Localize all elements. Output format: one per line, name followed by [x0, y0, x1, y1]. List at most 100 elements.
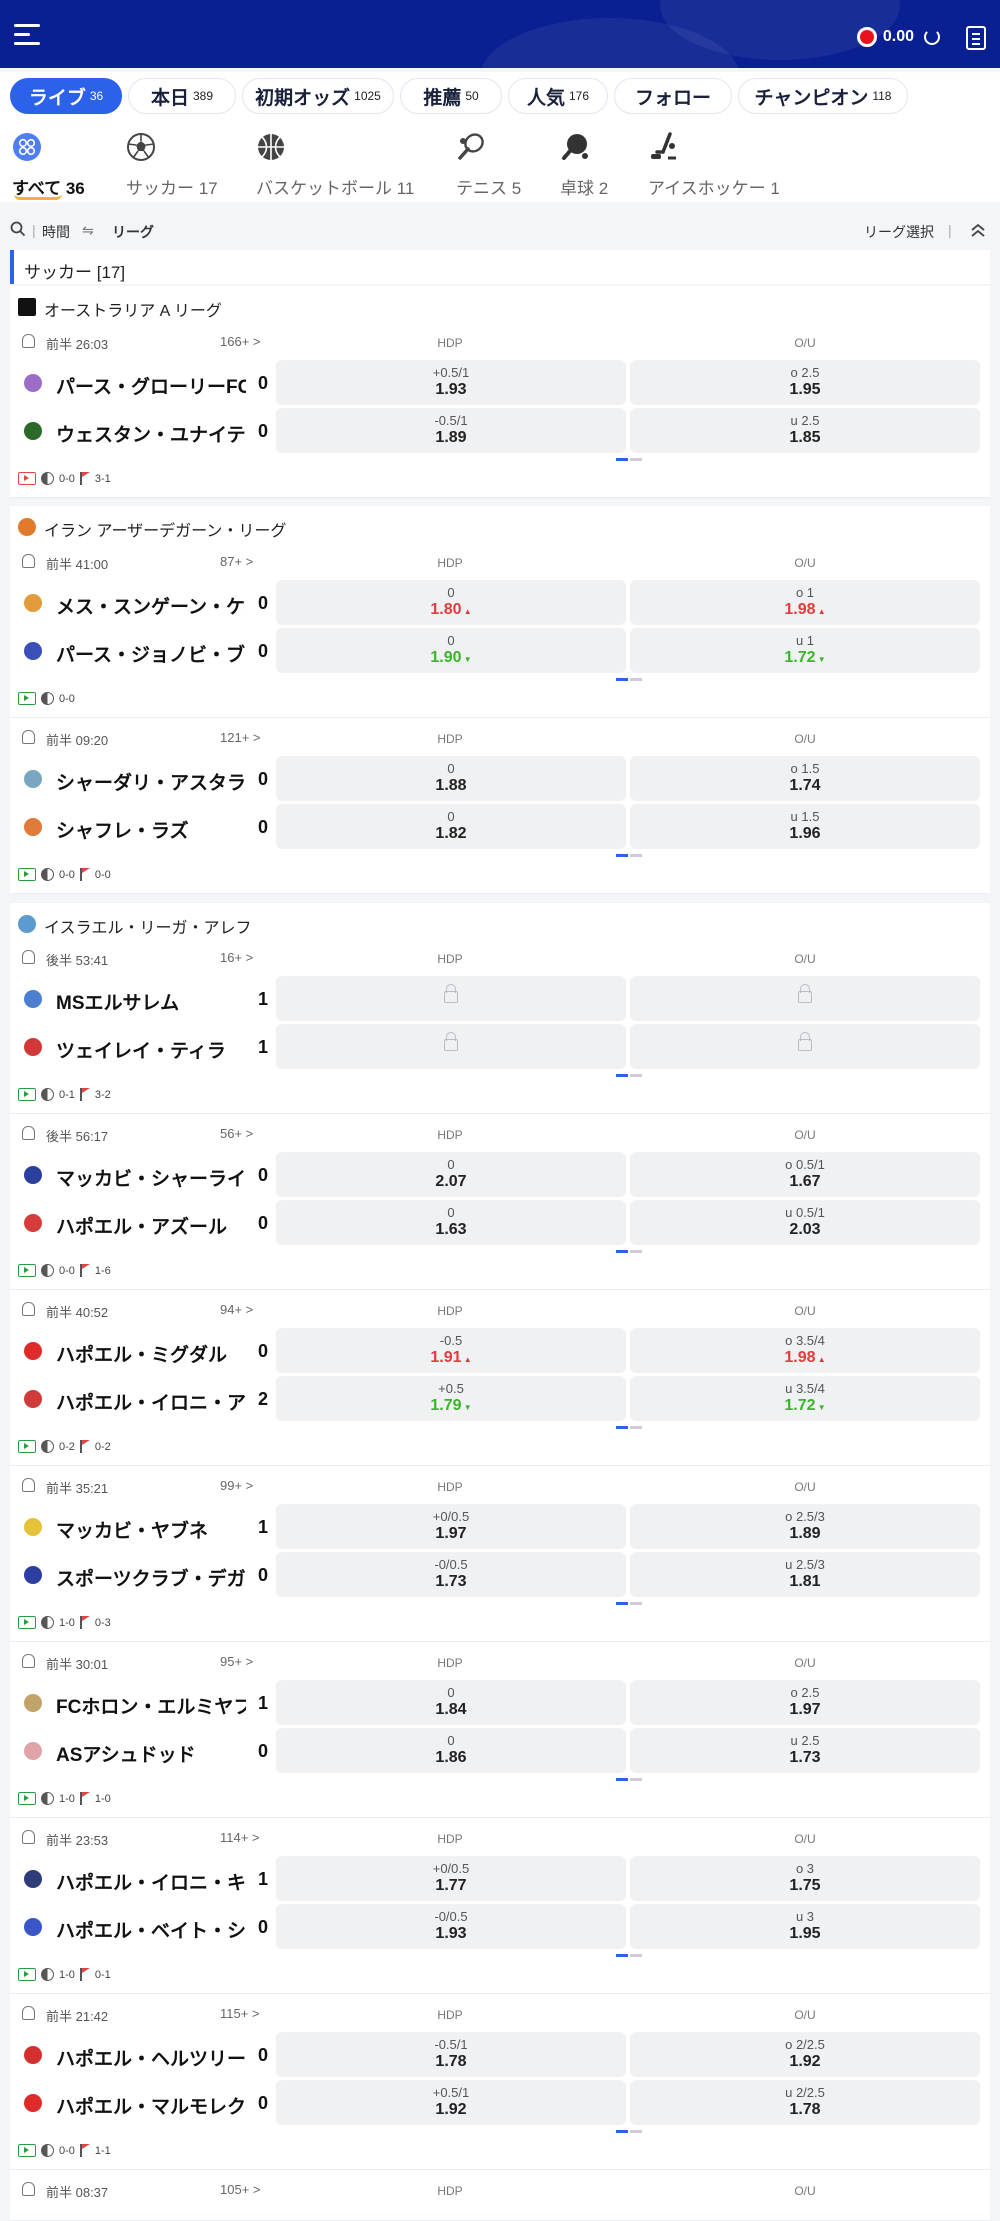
wallet-balance[interactable]: 0.00	[856, 27, 940, 47]
hdp-odds-button[interactable]: -0/0.5 1.73	[276, 1552, 626, 1597]
home-team[interactable]: シャーダリ・アスタラ 0	[18, 756, 278, 802]
away-team[interactable]: ハポエル・ベイト・シェアン 0	[18, 1904, 278, 1950]
ou-odds-button[interactable]: o 2/2.5 1.92	[630, 2032, 980, 2077]
tab-popular[interactable]: 人気 176	[508, 78, 608, 114]
home-team[interactable]: ハポエル・イロニ・キリヤット 1	[18, 1856, 278, 1902]
tab-recommended[interactable]: 推薦 50	[400, 78, 502, 114]
home-team[interactable]: ハポエル・ミグダル 0	[18, 1328, 278, 1374]
league-header[interactable]: オーストラリア A リーグ	[10, 286, 990, 326]
sport-section-header[interactable]: サッカー [17]	[10, 250, 990, 284]
tab-early-odds[interactable]: 初期オッズ 1025	[242, 78, 394, 114]
ou-odds-button[interactable]	[630, 1024, 980, 1069]
sport-ice-hockey[interactable]: アイスホッケー 1	[648, 130, 798, 198]
home-team[interactable]: MSエルサレム 1	[18, 976, 278, 1022]
ou-odds-button[interactable]: o 2.5 1.97	[630, 1680, 980, 1725]
hdp-odds-button[interactable]: 0 1.88	[276, 756, 626, 801]
bell-icon[interactable]	[22, 2006, 35, 2020]
ou-odds-button[interactable]: o 1 1.98 ▲	[630, 580, 980, 625]
sort-league[interactable]: リーグ	[112, 222, 154, 242]
match-card[interactable]: 前半 26:03 166+ > HDP O/U パース・グローリーFC 0 +0.5/1 1.…	[10, 322, 990, 498]
more-markets-link[interactable]: 16+ >	[220, 950, 253, 965]
hdp-odds-button[interactable]	[276, 976, 626, 1021]
tab-champion[interactable]: チャンピオン 118	[738, 78, 908, 114]
bet-slip-icon[interactable]	[966, 26, 986, 50]
ou-odds-button[interactable]: o 2.5 1.95	[630, 360, 980, 405]
away-team[interactable]: ハポエル・イロニ・アリエル 2	[18, 1376, 278, 1422]
live-field-icon[interactable]	[18, 692, 36, 705]
sport-tennis[interactable]: テニス 5	[456, 130, 536, 198]
home-team[interactable]: メス・スンゲーン・ケルマーン 0	[18, 580, 278, 626]
more-markets-link[interactable]: 121+ >	[220, 730, 261, 745]
match-card[interactable]: 前半 35:21 99+ > HDP O/U マッカビ・ヤブネ 1 +0/0.5 1.97 o …	[10, 1466, 990, 1642]
ou-odds-button[interactable]: o 3.5/4 1.98 ▲	[630, 1328, 980, 1373]
match-card[interactable]: 前半 21:42 115+ > HDP O/U ハポエル・ヘルツリーヤ 0 -0.5/1 1.…	[10, 1994, 990, 2170]
away-team[interactable]: ハポエル・アズール 0	[18, 1200, 278, 1246]
sport-basketball[interactable]: バスケットボール 11	[256, 130, 426, 198]
hdp-odds-button[interactable]: +0/0.5 1.77	[276, 1856, 626, 1901]
more-markets-link[interactable]: 87+ >	[220, 554, 253, 569]
bell-icon[interactable]	[22, 730, 35, 744]
refresh-icon[interactable]	[924, 29, 940, 45]
bell-icon[interactable]	[22, 334, 35, 348]
swap-icon[interactable]: ⇋	[82, 222, 94, 239]
more-markets-link[interactable]: 94+ >	[220, 1302, 253, 1317]
match-card[interactable]: 後半 56:17 56+ > HDP O/U マッカビ・シャーライム 0 0 2.07 o 0.…	[10, 1114, 990, 1290]
match-card[interactable]: 前半 23:53 114+ > HDP O/U ハポエル・イロニ・キリヤット 1 +0/0.…	[10, 1818, 990, 1994]
hdp-odds-button[interactable]: +0.5 1.79 ▼	[276, 1376, 626, 1421]
league-select[interactable]: リーグ選択	[864, 222, 934, 242]
live-field-icon[interactable]	[18, 1440, 36, 1453]
more-markets-link[interactable]: 105+ >	[220, 2182, 261, 2197]
sort-time[interactable]: 時間	[42, 222, 70, 242]
bell-icon[interactable]	[22, 1830, 35, 1844]
hdp-odds-button[interactable]: -0/0.5 1.93	[276, 1904, 626, 1949]
hdp-odds-button[interactable]: 0 2.07	[276, 1152, 626, 1197]
more-markets-link[interactable]: 166+ >	[220, 334, 261, 349]
bell-icon[interactable]	[22, 1654, 35, 1668]
bell-icon[interactable]	[22, 1478, 35, 1492]
more-markets-link[interactable]: 56+ >	[220, 1126, 253, 1141]
more-markets-link[interactable]: 114+ >	[220, 1830, 260, 1845]
away-team[interactable]: ツェイレイ・ティラ 1	[18, 1024, 278, 1070]
tab-follow[interactable]: フォロー	[614, 78, 732, 114]
home-team[interactable]: FCホロン・エルミヤフ 1	[18, 1680, 278, 1726]
bell-icon[interactable]	[22, 554, 35, 568]
sport-table-tennis[interactable]: 卓球 2	[560, 130, 630, 198]
ou-odds-button[interactable]: u 2.5/3 1.81	[630, 1552, 980, 1597]
live-field-icon[interactable]	[18, 2144, 36, 2157]
live-field-icon[interactable]	[18, 1616, 36, 1629]
hdp-odds-button[interactable]: -0.5 1.91 ▲	[276, 1328, 626, 1373]
sport-soccer[interactable]: サッカー 17	[126, 130, 236, 198]
live-field-icon[interactable]	[18, 868, 36, 881]
match-card[interactable]: 前半 08:37 105+ > HDP O/U	[10, 2170, 990, 2221]
hdp-odds-button[interactable]: -0.5/1 1.89	[276, 408, 626, 453]
live-field-icon[interactable]	[18, 1088, 36, 1101]
ou-odds-button[interactable]: u 2/2.5 1.78	[630, 2080, 980, 2125]
ou-odds-button[interactable]: u 3.5/4 1.72 ▼	[630, 1376, 980, 1421]
hdp-odds-button[interactable]: +0.5/1 1.93	[276, 360, 626, 405]
match-card[interactable]: 後半 53:41 16+ > HDP O/U MSエルサレム 1 ツェイレイ・ティラ 1 0-1…	[10, 938, 990, 1114]
ou-odds-button[interactable]: u 2.5 1.85	[630, 408, 980, 453]
league-header[interactable]: イラン アーザーデガーン・リーグ	[10, 506, 990, 546]
away-team[interactable]: スポーツクラブ・デガニア 0	[18, 1552, 278, 1598]
tab-today[interactable]: 本日 389	[128, 78, 236, 114]
hdp-odds-button[interactable]: 0 1.84	[276, 1680, 626, 1725]
hdp-odds-button[interactable]: 0 1.63	[276, 1200, 626, 1245]
ou-odds-button[interactable]: u 3 1.95	[630, 1904, 980, 1949]
away-team[interactable]: パース・ジョノビ・ブーシェフル 0	[18, 628, 278, 674]
hdp-odds-button[interactable]: 0 1.80 ▲	[276, 580, 626, 625]
hdp-odds-button[interactable]: 0 1.86	[276, 1728, 626, 1773]
match-card[interactable]: 前半 40:52 94+ > HDP O/U ハポエル・ミグダル 0 -0.5 1.91 ▲ o…	[10, 1290, 990, 1466]
ou-odds-button[interactable]	[630, 976, 980, 1021]
away-team[interactable]: シャフレ・ラズ 0	[18, 804, 278, 850]
home-team[interactable]: パース・グローリーFC 0	[18, 360, 278, 406]
ou-odds-button[interactable]: o 1.5 1.74	[630, 756, 980, 801]
live-field-icon[interactable]	[18, 1968, 36, 1981]
ou-odds-button[interactable]: o 2.5/3 1.89	[630, 1504, 980, 1549]
ou-odds-button[interactable]: u 1.5 1.96	[630, 804, 980, 849]
match-card[interactable]: 前半 41:0087+ >HDPO/Uメス・スンゲーン・ケルマーン001.80 …	[10, 542, 990, 718]
home-team[interactable]: マッカビ・ヤブネ 1	[18, 1504, 278, 1550]
live-field-icon[interactable]	[18, 1264, 36, 1277]
hdp-odds-button[interactable]: 0 1.82	[276, 804, 626, 849]
search-icon[interactable]	[10, 221, 26, 237]
video-icon[interactable]	[18, 472, 36, 485]
